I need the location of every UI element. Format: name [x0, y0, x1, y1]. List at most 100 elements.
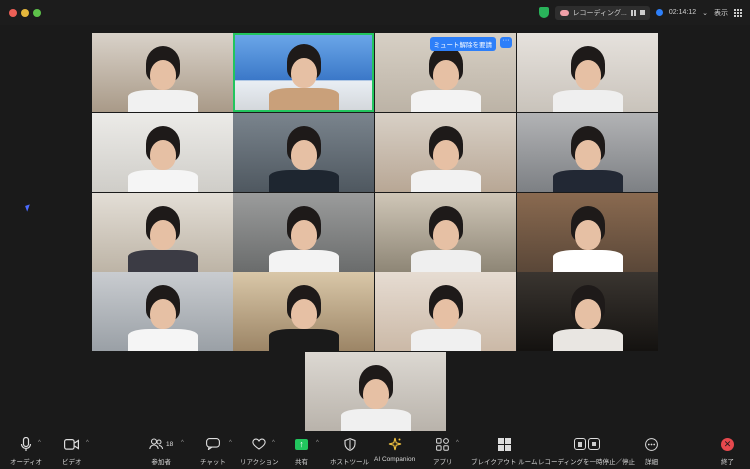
- video-label: ビデオ: [62, 459, 82, 466]
- participant-body: [410, 170, 481, 192]
- stop-recording-icon[interactable]: [639, 10, 645, 15]
- video-tile[interactable]: [517, 113, 658, 192]
- apps-button[interactable]: アプリ: [433, 434, 453, 466]
- participants-button[interactable]: 18 参加者: [149, 434, 173, 466]
- participants-icon: [149, 438, 163, 450]
- participant-body: [410, 329, 481, 351]
- mouse-cursor-icon: [25, 204, 32, 212]
- recording-indicator[interactable]: レコーディング...: [554, 5, 650, 20]
- end-meeting-button[interactable]: ✕ 終了: [721, 434, 734, 466]
- participants-options-caret-icon[interactable]: ^: [181, 440, 184, 446]
- share-screen-button[interactable]: ↑ 共有: [295, 434, 308, 466]
- participant-face: [149, 299, 176, 329]
- video-tile[interactable]: [375, 113, 516, 192]
- host-tools-button[interactable]: ホストツール: [330, 434, 369, 466]
- close-icon: ✕: [721, 437, 734, 451]
- recording-status-label: レコーディング...: [572, 9, 627, 17]
- participant-face: [290, 140, 317, 170]
- apps-options-caret-icon[interactable]: ^: [456, 440, 459, 446]
- breakout-grid-icon: [497, 437, 511, 451]
- participant-body: [127, 170, 198, 192]
- participant-body: [127, 329, 198, 351]
- participant-face: [290, 299, 317, 329]
- chat-button[interactable]: チャット: [200, 434, 226, 466]
- cloud-record-icon: [559, 9, 569, 16]
- ai-sparkle-icon: [388, 437, 401, 451]
- video-button[interactable]: ビデオ: [62, 434, 82, 466]
- participant-face: [432, 60, 459, 90]
- video-tile[interactable]: ミュート解除を要請 ···: [375, 33, 516, 112]
- video-tile[interactable]: [517, 272, 658, 351]
- video-tile[interactable]: [233, 193, 374, 272]
- participant-body: [552, 170, 623, 192]
- participant-body: [410, 90, 481, 112]
- video-options-caret-icon[interactable]: ^: [86, 440, 89, 446]
- video-tile[interactable]: [92, 33, 233, 112]
- participant-face: [290, 220, 317, 250]
- apps-icon: [436, 437, 450, 451]
- pause-recording-icon[interactable]: [630, 9, 636, 16]
- participant-body: [410, 250, 481, 272]
- details-button[interactable]: 詳細: [645, 434, 658, 466]
- video-tile[interactable]: [517, 33, 658, 112]
- shield-icon: [343, 437, 356, 451]
- video-tile[interactable]: [305, 352, 446, 431]
- host-tools-label: ホストツール: [330, 459, 369, 466]
- video-tile[interactable]: [375, 272, 516, 351]
- share-arrow-icon: ↑: [295, 438, 308, 450]
- share-options-caret-icon[interactable]: ^: [316, 440, 319, 446]
- video-tile[interactable]: [92, 193, 233, 272]
- participant-face: [362, 379, 389, 409]
- request-unmute-button[interactable]: ミュート解除を要請: [429, 37, 496, 51]
- ai-companion-label: AI Companion: [374, 456, 416, 463]
- audio-label: オーディオ: [10, 459, 43, 466]
- meeting-timer: 02:14:12: [668, 9, 697, 16]
- participant-body: [552, 90, 623, 112]
- participant-face: [432, 220, 459, 250]
- participant-face: [432, 299, 459, 329]
- chat-options-caret-icon[interactable]: ^: [229, 440, 232, 446]
- participant-face: [574, 220, 601, 250]
- participants-count: 18: [166, 440, 174, 448]
- ai-companion-button[interactable]: AI Companion: [374, 434, 415, 463]
- breakout-rooms-label: ブレイクアウト ルーム: [471, 459, 538, 466]
- participant-body: [552, 250, 623, 272]
- security-shield-icon[interactable]: [538, 7, 549, 18]
- participant-face: [432, 140, 459, 170]
- more-dots-icon: [645, 437, 658, 451]
- meeting-toolbar: オーディオ ^ ビデオ ^ 18 参加者 ^ チャット ^ リアクション ^ ↑…: [0, 432, 750, 469]
- share-label: 共有: [295, 459, 308, 466]
- end-label: 終了: [721, 459, 734, 466]
- recording-control-label: レコーディングを一時停止／停止: [538, 459, 636, 466]
- participant-body: [127, 250, 198, 272]
- video-tile[interactable]: [375, 193, 516, 272]
- tile-more-options-button[interactable]: ···: [500, 37, 512, 48]
- participant-face: [149, 220, 176, 250]
- video-tile[interactable]: [233, 272, 374, 351]
- reactions-options-caret-icon[interactable]: ^: [272, 440, 275, 446]
- video-tile[interactable]: [233, 113, 374, 192]
- video-tile[interactable]: [92, 113, 233, 192]
- participant-body: [552, 329, 623, 351]
- reactions-button[interactable]: リアクション: [240, 434, 279, 466]
- minimize-window-button[interactable]: [21, 9, 29, 17]
- audio-options-caret-icon[interactable]: ^: [38, 440, 41, 446]
- apps-label: アプリ: [433, 459, 453, 466]
- video-tile[interactable]: [517, 193, 658, 272]
- view-grid-icon[interactable]: [734, 8, 742, 17]
- participant-body: [268, 170, 339, 192]
- video-tile[interactable]: [92, 272, 233, 351]
- close-window-button[interactable]: [9, 9, 17, 17]
- participant-body: [127, 90, 198, 112]
- chat-label: チャット: [200, 459, 226, 466]
- recording-control-button[interactable]: レコーディングを一時停止／停止: [538, 434, 635, 466]
- timer-icon: [655, 9, 663, 16]
- video-tile[interactable]: [233, 33, 374, 112]
- participant-body: [340, 409, 411, 431]
- breakout-rooms-button[interactable]: ブレイクアウト ルーム: [471, 434, 537, 466]
- microphone-icon: [20, 436, 32, 451]
- fullscreen-window-button[interactable]: [33, 9, 41, 17]
- view-button[interactable]: 表示: [714, 8, 728, 18]
- audio-button[interactable]: オーディオ: [10, 434, 42, 466]
- timer-chevron-down-icon[interactable]: ⌄: [702, 9, 708, 17]
